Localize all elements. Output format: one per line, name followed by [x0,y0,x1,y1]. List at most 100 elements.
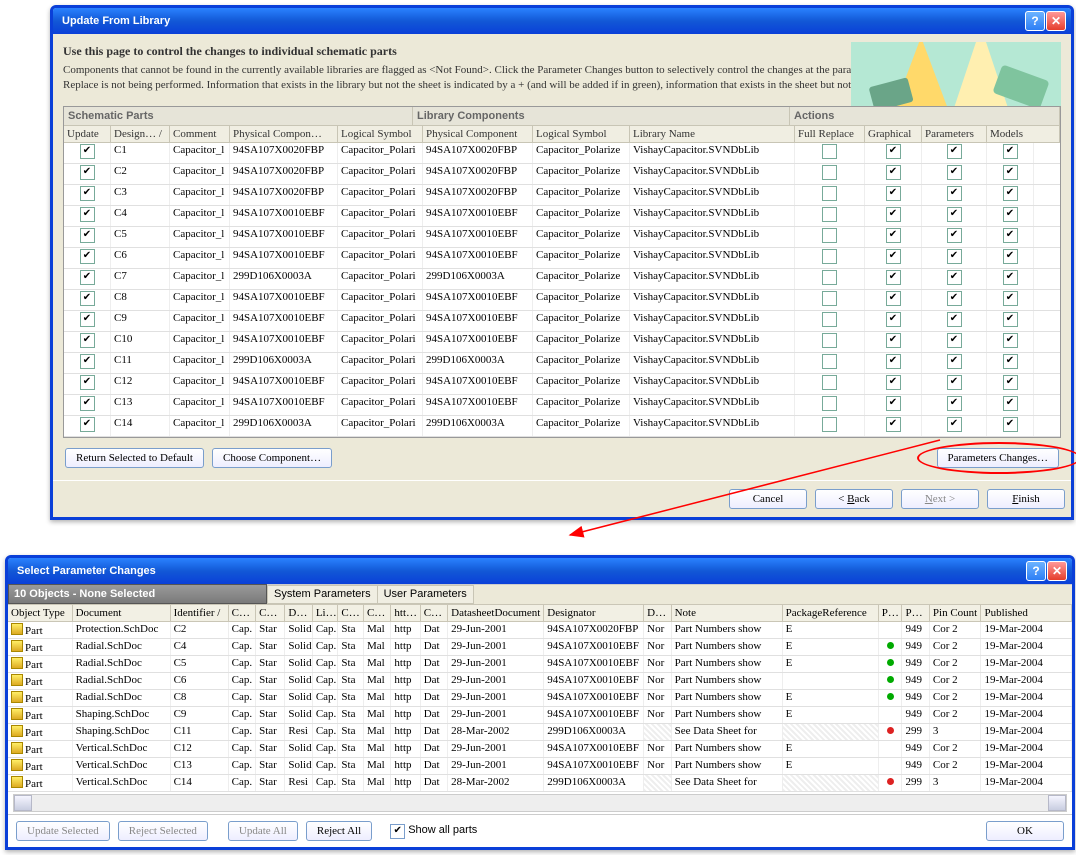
parameters-checkbox[interactable] [947,333,962,348]
models-checkbox[interactable] [1003,165,1018,180]
pcol-c10[interactable]: htt… [391,604,420,622]
pcol-c19[interactable]: Pin Count [930,604,982,622]
graphical-checkbox[interactable] [886,375,901,390]
fullreplace-checkbox[interactable] [822,270,837,285]
parameters-checkbox[interactable] [947,207,962,222]
graphical-checkbox[interactable] [886,417,901,432]
pcol-c5[interactable]: C… [256,604,285,622]
col-comment[interactable]: Comment [170,126,230,143]
table-row[interactable]: C12Capacitor_l94SA107X0010EBFCapacitor_P… [64,374,1060,395]
table-row[interactable]: C14Capacitor_l299D106X0003ACapacitor_Pol… [64,416,1060,437]
models-checkbox[interactable] [1003,207,1018,222]
graphical-checkbox[interactable] [886,186,901,201]
update-checkbox[interactable] [80,228,95,243]
models-checkbox[interactable] [1003,249,1018,264]
col-parameters[interactable]: Parameters [922,126,987,143]
cell-designator[interactable]: C13 [111,395,170,415]
update-checkbox[interactable] [80,291,95,306]
update-checkbox[interactable] [80,417,95,432]
graphical-checkbox[interactable] [886,207,901,222]
update-checkbox[interactable] [80,354,95,369]
parameters-checkbox[interactable] [947,375,962,390]
models-checkbox[interactable] [1003,144,1018,159]
parameters-checkbox[interactable] [947,354,962,369]
table-row[interactable]: C1Capacitor_l94SA107X0020FBPCapacitor_Po… [64,143,1060,164]
cancel-button[interactable]: Cancel [729,489,807,509]
table-row[interactable]: C3Capacitor_l94SA107X0020FBPCapacitor_Po… [64,185,1060,206]
cell-designator[interactable]: C1 [111,143,170,163]
cell-designator[interactable]: C12 [111,374,170,394]
graphical-checkbox[interactable] [886,165,901,180]
pcol-c13[interactable]: Designator [544,604,644,622]
update-checkbox[interactable] [80,396,95,411]
title-bar[interactable]: Update From Library ? ✕ [53,8,1071,34]
cell-designator[interactable]: C3 [111,185,170,205]
tab-user-parameters[interactable]: User Parameters [378,585,474,604]
table-row[interactable]: C13Capacitor_l94SA107X0010EBFCapacitor_P… [64,395,1060,416]
param-row[interactable]: PartRadial.SchDocC5Cap.StarSolidCap.StaM… [8,656,1072,673]
table-row[interactable]: C7Capacitor_l299D106X0003ACapacitor_Pola… [64,269,1060,290]
fullreplace-checkbox[interactable] [822,228,837,243]
param-row[interactable]: PartVertical.SchDocC14Cap.StarResiCap.St… [8,775,1072,792]
table-row[interactable]: C2Capacitor_l94SA107X0020FBPCapacitor_Po… [64,164,1060,185]
graphical-checkbox[interactable] [886,396,901,411]
fullreplace-checkbox[interactable] [822,186,837,201]
pcol-c8[interactable]: C… [338,604,364,622]
parameters-checkbox[interactable] [947,228,962,243]
graphical-checkbox[interactable] [886,312,901,327]
parameters-changes-button[interactable]: Parameters Changes… [937,448,1060,468]
pcol-c15[interactable]: Note [672,604,783,622]
table-row[interactable]: C5Capacitor_l94SA107X0010EBFCapacitor_Po… [64,227,1060,248]
fullreplace-checkbox[interactable] [822,396,837,411]
models-checkbox[interactable] [1003,186,1018,201]
table-row[interactable]: C6Capacitor_l94SA107X0010EBFCapacitor_Po… [64,248,1060,269]
fullreplace-checkbox[interactable] [822,312,837,327]
tab-system-parameters[interactable]: System Parameters [267,585,378,604]
fullreplace-checkbox[interactable] [822,165,837,180]
pcol-c4[interactable]: C… [229,604,256,622]
fullreplace-checkbox[interactable] [822,207,837,222]
models-checkbox[interactable] [1003,228,1018,243]
col-graphical[interactable]: Graphical [865,126,922,143]
pcol-c3[interactable]: Identifier / [171,604,229,622]
models-checkbox[interactable] [1003,396,1018,411]
cell-designator[interactable]: C14 [111,416,170,436]
param-row[interactable]: PartShaping.SchDocC11Cap.StarResiCap.Sta… [8,724,1072,741]
graphical-checkbox[interactable] [886,291,901,306]
reject-all-button[interactable]: Reject All [306,821,372,841]
update-checkbox[interactable] [80,375,95,390]
parameters-checkbox[interactable] [947,165,962,180]
table-row[interactable]: C10Capacitor_l94SA107X0010EBFCapacitor_P… [64,332,1060,353]
models-checkbox[interactable] [1003,291,1018,306]
graphical-checkbox[interactable] [886,270,901,285]
parameters-checkbox[interactable] [947,144,962,159]
pcol-c7[interactable]: Li… [313,604,339,622]
update-checkbox[interactable] [80,270,95,285]
param-row[interactable]: PartShaping.SchDocC9Cap.StarSolidCap.Sta… [8,707,1072,724]
param-row[interactable]: PartRadial.SchDocC6Cap.StarSolidCap.StaM… [8,673,1072,690]
param-row[interactable]: PartVertical.SchDocC12Cap.StarSolidCap.S… [8,741,1072,758]
parameters-checkbox[interactable] [947,291,962,306]
param-row[interactable]: PartProtection.SchDocC2Cap.StarSolidCap.… [8,622,1072,639]
col-physcomp2[interactable]: Physical Component [423,126,533,143]
col-models[interactable]: Models [987,126,1060,143]
cell-designator[interactable]: C11 [111,353,170,373]
graphical-checkbox[interactable] [886,144,901,159]
fullreplace-checkbox[interactable] [822,354,837,369]
pcol-c2[interactable]: Document [73,604,171,622]
update-checkbox[interactable] [80,312,95,327]
cell-designator[interactable]: C2 [111,164,170,184]
parameters-checkbox[interactable] [947,186,962,201]
col-logsym1[interactable]: Logical Symbol [338,126,423,143]
models-checkbox[interactable] [1003,354,1018,369]
col-logsym2[interactable]: Logical Symbol [533,126,630,143]
pcol-c20[interactable]: Published [981,604,1072,622]
col-fullreplace[interactable]: Full Replace [795,126,865,143]
return-default-button[interactable]: Return Selected to Default [65,448,204,468]
models-checkbox[interactable] [1003,333,1018,348]
close-icon-2[interactable]: ✕ [1047,561,1067,581]
cell-designator[interactable]: C8 [111,290,170,310]
choose-component-button[interactable]: Choose Component… [212,448,332,468]
parameters-checkbox[interactable] [947,249,962,264]
cell-designator[interactable]: C5 [111,227,170,247]
